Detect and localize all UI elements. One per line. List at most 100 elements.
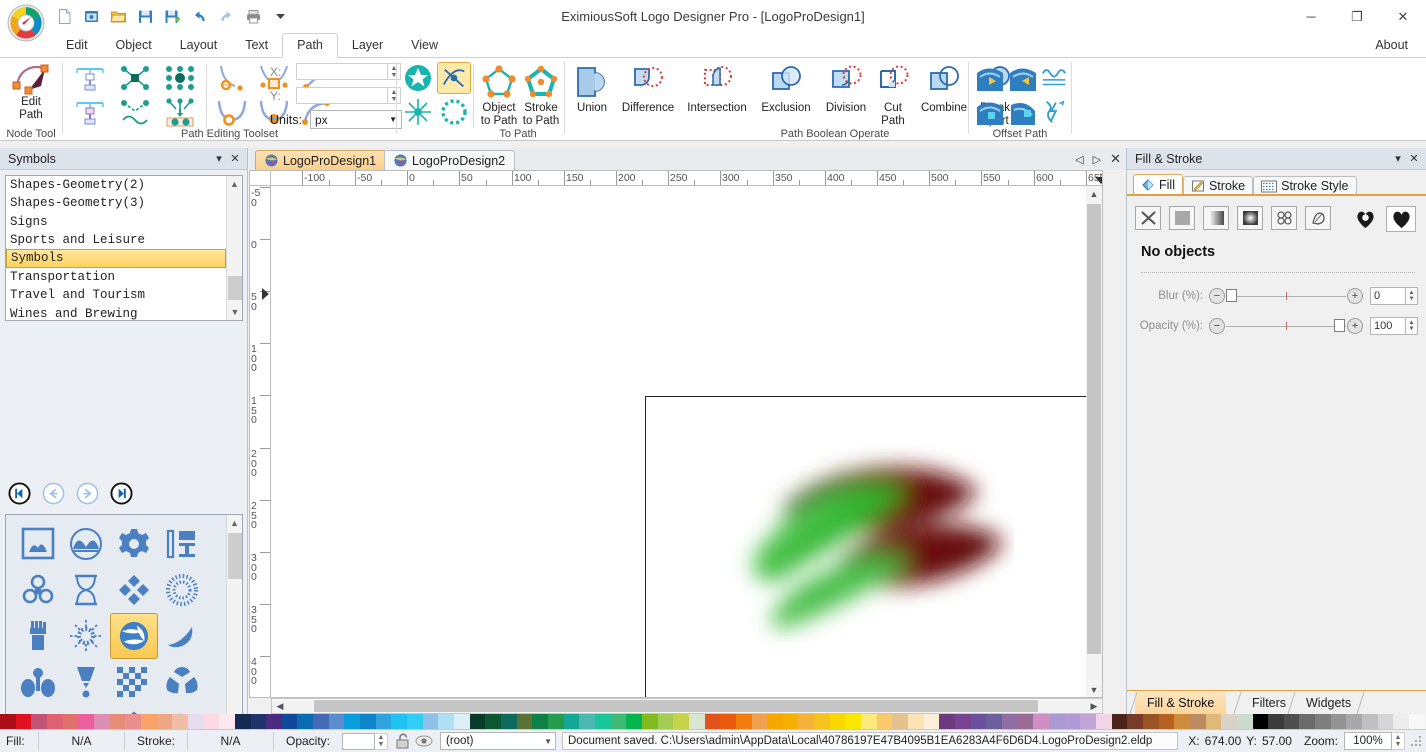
flatten-path-icon[interactable] [1039,95,1069,128]
palette-swatch[interactable] [1049,714,1065,729]
palette-swatch[interactable] [235,714,251,729]
palette-swatch[interactable] [485,714,501,729]
about-link[interactable]: About [1375,33,1408,58]
linked-offset-icon[interactable] [1006,95,1040,128]
close-icon[interactable]: ✕ [227,151,243,167]
zoom-spinner[interactable]: ▲▼ [1392,732,1405,750]
layer-select[interactable]: (root) ▼ [440,732,556,750]
symbol-sun-rays[interactable] [62,613,110,659]
union-button[interactable]: Union [569,60,615,115]
undo-icon[interactable] [187,4,211,28]
palette-swatch[interactable] [908,714,924,729]
symbol-raised-fist[interactable] [14,613,62,659]
palette-swatch[interactable] [1346,714,1362,729]
palette-swatch[interactable] [532,714,548,729]
merge-nodes-icon[interactable] [160,96,200,128]
palette-swatch[interactable] [955,714,971,729]
even-odd-rule-button[interactable] [1350,206,1380,232]
palette-swatch[interactable] [1362,714,1378,729]
tab-stroke-style[interactable]: Stroke Style [1253,176,1356,195]
lock-icon[interactable] [394,732,412,750]
canvas-vertical-scrollbar[interactable]: ▲ ▼ [1086,186,1102,698]
palette-swatch[interactable] [0,714,16,729]
palette-swatch[interactable] [282,714,298,729]
simplify-path-icon[interactable] [1039,61,1069,94]
scroll-down-icon[interactable]: ▼ [1086,682,1102,698]
palette-swatch[interactable] [1409,714,1425,729]
list-item[interactable]: Shapes-Geometry(2) [6,176,226,194]
palette-swatch[interactable] [1237,714,1253,729]
palette-swatch[interactable] [1065,714,1081,729]
palette-swatch[interactable] [798,714,814,729]
palette-swatch[interactable] [47,714,63,729]
blur-value-input[interactable]: 0 [1370,287,1406,305]
menu-item-layout[interactable]: Layout [166,33,232,58]
minimize-button[interactable]: ─ [1288,0,1334,33]
palette-swatch[interactable] [501,714,517,729]
new-document-icon[interactable] [52,4,76,28]
palette-swatch[interactable] [454,714,470,729]
palette-swatch[interactable] [642,714,658,729]
symbol-category-list[interactable]: Shapes-Geometry(2) Shapes-Geometry(3) Si… [5,175,243,321]
customize-toolbar-icon[interactable] [268,4,292,28]
stroke-status-value[interactable]: N/A [188,730,273,752]
scroll-down-icon[interactable]: ▼ [227,304,243,320]
dashed-circle-to-path-icon[interactable] [437,96,471,128]
opacity-slider[interactable] [1226,318,1346,334]
menu-item-layer[interactable]: Layer [338,33,397,58]
palette-swatch[interactable] [1393,714,1409,729]
palette-swatch[interactable] [626,714,642,729]
blur-slider-handle[interactable] [1226,289,1237,302]
inset-path-icon[interactable] [973,61,1007,94]
menu-item-path[interactable]: Path [282,33,338,58]
palette-swatch[interactable] [1080,714,1096,729]
symbol-mountain-frame[interactable] [14,521,62,567]
palette-swatch[interactable] [141,714,157,729]
document-tab-1[interactable]: LogoProDesign1 [255,150,386,170]
palette-swatch[interactable] [595,714,611,729]
next-page-button[interactable] [76,482,99,505]
symbol-biohazard[interactable] [14,567,62,613]
dynamic-offset-icon[interactable] [973,95,1007,128]
symbol-dotted-circle-burst[interactable] [158,567,206,613]
units-select[interactable]: px ▼ [310,110,402,129]
close-button[interactable]: ✕ [1380,0,1426,33]
palette-swatch[interactable] [736,714,752,729]
select-all-nodes-icon[interactable] [160,62,200,94]
palette-swatch[interactable] [517,714,533,729]
palette-swatch[interactable] [376,714,392,729]
division-button[interactable]: Division [819,60,873,115]
palette-swatch[interactable] [892,714,908,729]
scrollbar-thumb[interactable] [228,276,242,300]
tab-fill[interactable]: Fill [1133,174,1183,195]
palette-swatch[interactable] [157,714,173,729]
last-page-button[interactable] [110,482,133,505]
palette-swatch[interactable] [658,714,674,729]
palette-swatch[interactable] [1159,714,1175,729]
first-page-button[interactable] [8,482,31,505]
symbol-coffee-grinder[interactable] [158,521,206,567]
x-input[interactable] [296,63,388,80]
eye-icon[interactable] [414,733,434,749]
scrollbar-thumb[interactable] [1087,204,1101,654]
palette-swatch[interactable] [172,714,188,729]
fill-status-value[interactable]: N/A [39,730,124,752]
palette-swatch[interactable] [1127,714,1143,729]
symbol-gear[interactable] [110,521,158,567]
radial-gradient-button[interactable] [1237,206,1263,230]
palette-swatch[interactable] [579,714,595,729]
print-icon[interactable] [241,4,265,28]
list-item[interactable]: Sports and Leisure [6,231,226,249]
difference-button[interactable]: Difference [617,60,679,115]
canvas[interactable]: ▲ ▼ [271,186,1103,698]
delete-node-icon[interactable] [70,96,110,128]
palette-swatch[interactable] [1253,714,1269,729]
palette-swatch[interactable] [188,714,204,729]
color-palette[interactable] [0,714,1426,729]
palette-swatch[interactable] [1143,714,1159,729]
maximize-button[interactable]: ❐ [1334,0,1380,33]
tab-close-icon[interactable]: ✕ [1110,151,1121,167]
scroll-up-icon[interactable]: ▲ [1086,186,1102,202]
insert-node-icon[interactable] [70,62,110,94]
palette-swatch[interactable] [31,714,47,729]
